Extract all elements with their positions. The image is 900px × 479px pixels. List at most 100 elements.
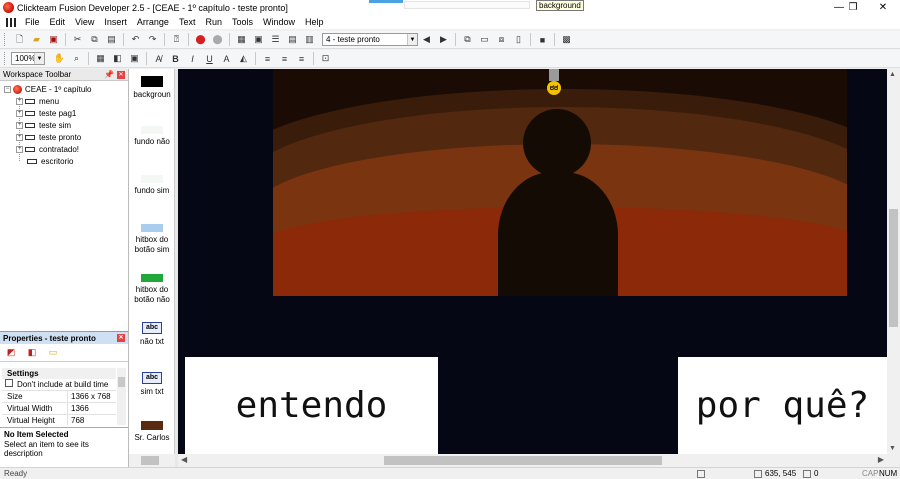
pin-icon[interactable]: 📌 xyxy=(104,70,114,79)
menu-insert[interactable]: Insert xyxy=(99,17,132,27)
object-item[interactable]: Sr. Carlos xyxy=(129,421,174,443)
redo-icon[interactable]: ↷ xyxy=(146,33,159,46)
snap-icon[interactable]: ◧ xyxy=(111,52,124,65)
answer-button-right[interactable]: por quê? xyxy=(678,357,887,454)
scroll-right-icon[interactable]: ▶ xyxy=(878,455,884,464)
undo-icon[interactable]: ↶ xyxy=(129,33,142,46)
zoom-selector[interactable]: 100% ▼ xyxy=(11,52,45,65)
record-icon[interactable]: ■ xyxy=(536,33,549,46)
property-value[interactable]: 1366 x 768 xyxy=(68,391,111,402)
chevron-down-icon[interactable]: ▼ xyxy=(407,34,417,45)
object-item[interactable]: backgroun xyxy=(129,76,174,100)
fill-color-icon[interactable]: ◭ xyxy=(237,52,250,65)
property-row[interactable]: Size 1366 x 768 xyxy=(2,391,116,403)
scroll-thumb[interactable] xyxy=(384,456,662,465)
runtime-tab-icon[interactable]: ◧ xyxy=(25,346,39,359)
menu-tools[interactable]: Tools xyxy=(227,17,258,27)
stop-icon[interactable]: ⬤ xyxy=(194,33,207,46)
object-item[interactable]: hitbox do botão sim xyxy=(129,224,174,255)
object-item[interactable]: hitbox do botão não xyxy=(129,274,174,305)
layers-icon[interactable]: ▣ xyxy=(128,52,141,65)
menu-arrange[interactable]: Arrange xyxy=(132,17,174,27)
copy-icon[interactable]: ⧉ xyxy=(88,33,101,46)
object-item[interactable]: fundo não xyxy=(129,126,174,147)
scroll-up-icon[interactable]: ▲ xyxy=(889,71,896,78)
property-value[interactable]: 768 xyxy=(68,415,84,425)
next-frame-icon[interactable]: ▶ xyxy=(437,33,450,46)
align-center-icon[interactable]: ≡ xyxy=(278,52,291,65)
scroll-thumb[interactable] xyxy=(118,377,125,387)
open-folder-icon[interactable]: ▰ xyxy=(30,33,43,46)
close-icon[interactable]: ✕ xyxy=(117,71,125,79)
fit-frame-icon[interactable]: ⊡ xyxy=(319,52,332,65)
expand-icon[interactable]: + xyxy=(16,134,23,141)
frame-edit-icon[interactable]: ▭ xyxy=(478,33,491,46)
align-right-icon[interactable]: ≡ xyxy=(295,52,308,65)
event-list-editor-icon[interactable]: ▤ xyxy=(286,33,299,46)
storyboard-editor-icon[interactable]: ▦ xyxy=(235,33,248,46)
character-body[interactable] xyxy=(498,172,618,296)
close-icon[interactable]: ✕ xyxy=(117,334,125,342)
font-color-icon[interactable]: A xyxy=(220,52,233,65)
object-item[interactable]: fundo sim xyxy=(129,175,174,196)
property-row[interactable]: Virtual Height 768 xyxy=(2,415,116,425)
event-editor-icon[interactable]: ☰ xyxy=(269,33,282,46)
expand-icon[interactable]: + xyxy=(16,122,23,129)
frame-properties-icon[interactable]: ▯ xyxy=(512,33,525,46)
save-icon[interactable]: ▣ xyxy=(47,33,60,46)
editor-horizontal-scrollbar[interactable]: ◀ ▶ xyxy=(178,454,900,467)
expand-icon[interactable]: + xyxy=(16,146,23,153)
answer-button-left[interactable]: entendo xyxy=(185,357,438,454)
cut-icon[interactable]: ✂ xyxy=(71,33,84,46)
scroll-left-icon[interactable]: ◀ xyxy=(181,455,187,464)
object-item[interactable]: abc não txt xyxy=(129,322,174,347)
grid-icon[interactable]: ▦ xyxy=(94,52,107,65)
property-row[interactable]: Virtual Width 1366 xyxy=(2,403,116,415)
menu-help[interactable]: Help xyxy=(300,17,329,27)
properties-scrollbar[interactable] xyxy=(117,368,126,425)
collapse-icon[interactable]: − xyxy=(4,86,11,93)
tree-item-escritorio[interactable]: escritorio xyxy=(27,157,73,166)
tree-root[interactable]: − CEAE - 1º capítulo xyxy=(4,85,92,94)
menu-run[interactable]: Run xyxy=(200,17,227,27)
tree-item-teste-sim[interactable]: + teste sim xyxy=(16,121,71,130)
bold-icon[interactable]: B xyxy=(169,52,182,65)
character-head[interactable] xyxy=(523,109,591,177)
scroll-down-icon[interactable]: ▼ xyxy=(889,445,896,452)
align-left-icon[interactable]: ≡ xyxy=(261,52,274,65)
hand-tool-icon[interactable]: ✋ xyxy=(53,52,66,65)
tree-item-menu[interactable]: + menu xyxy=(16,97,59,106)
scroll-thumb[interactable] xyxy=(141,456,159,465)
frame-copy-icon[interactable]: ⧈ xyxy=(495,33,508,46)
film-icon[interactable]: ▩ xyxy=(560,33,573,46)
new-file-icon[interactable]: 🗋 xyxy=(13,33,26,46)
frame-insert-icon[interactable]: ⧉ xyxy=(461,33,474,46)
frame-editor[interactable]: ಠಠ entendo por quê? xyxy=(178,69,887,454)
restore-button[interactable]: ❐ xyxy=(839,0,867,15)
menu-edit[interactable]: Edit xyxy=(45,17,71,27)
previous-frame-icon[interactable]: ◀ xyxy=(420,33,433,46)
build-checkbox[interactable] xyxy=(5,379,13,387)
zoom-tool-icon[interactable]: ⌕ xyxy=(70,52,83,65)
property-row-build[interactable]: Don't include at build time xyxy=(2,379,116,391)
tree-item-teste-pronto[interactable]: + teste pronto xyxy=(16,133,81,142)
text-style-icon[interactable]: A̸ xyxy=(152,52,165,65)
menu-file[interactable]: File xyxy=(20,17,45,27)
property-value[interactable]: 1366 xyxy=(68,403,89,414)
expand-icon[interactable]: + xyxy=(16,110,23,117)
tree-item-contratado[interactable]: + contratado! xyxy=(16,145,79,154)
settings-tab-icon[interactable]: ◩ xyxy=(4,346,18,359)
expand-icon[interactable]: + xyxy=(16,98,23,105)
menu-text[interactable]: Text xyxy=(174,17,201,27)
underline-icon[interactable]: U xyxy=(203,52,216,65)
menu-view[interactable]: View xyxy=(70,17,99,27)
object-list-scrollbar[interactable] xyxy=(129,454,175,467)
close-button[interactable]: ✕ xyxy=(869,0,897,15)
scroll-thumb[interactable] xyxy=(889,209,898,327)
background-scene[interactable] xyxy=(273,69,847,296)
italic-icon[interactable]: I xyxy=(186,52,199,65)
help-icon[interactable]: ⍰ xyxy=(170,33,183,46)
lamp-object[interactable]: ಠಠ xyxy=(547,69,561,97)
frame-editor-icon[interactable]: ▣ xyxy=(252,33,265,46)
chevron-down-icon[interactable]: ▼ xyxy=(34,53,44,64)
